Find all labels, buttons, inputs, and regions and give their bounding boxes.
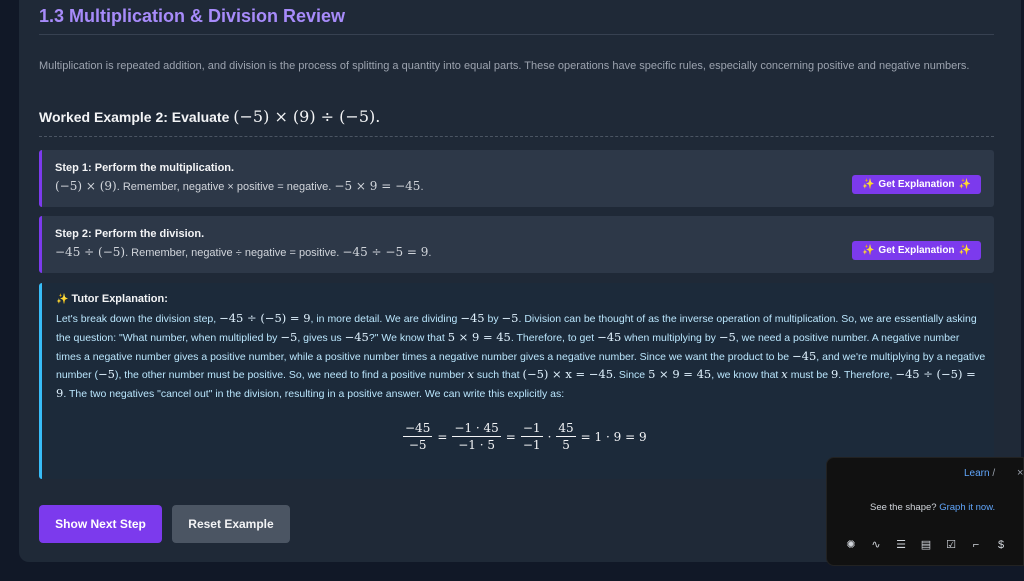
fraction-result: = 1 · 9 = 9 — [580, 429, 647, 444]
step-1-period: . — [420, 181, 424, 193]
document-icon[interactable]: ▤ — [918, 537, 934, 553]
text: must be — [787, 369, 831, 382]
math: (−5) × x = −45 — [522, 367, 614, 382]
math: −5 — [98, 367, 115, 382]
math: −45 ÷ (−5) = 9 — [219, 311, 311, 325]
text: . Therefore, to get — [510, 331, 598, 344]
title-divider — [39, 34, 994, 35]
denominator: −5 — [408, 438, 427, 452]
text: by — [484, 313, 502, 325]
sparkle-icon: ✨ — [861, 179, 875, 190]
step-2-body: −45 ÷ (−5). Remember, negative ÷ negativ… — [55, 245, 431, 259]
math: −45 — [344, 329, 369, 344]
step-2-result: −45 ÷ −5 = 9 — [342, 245, 429, 259]
fraction: −1 −1 — [520, 421, 543, 452]
panel-breadcrumb: Learn / — [964, 468, 995, 479]
text: . Therefore, — [838, 369, 896, 382]
text: such that — [474, 369, 523, 382]
text: , in more detail. We are dividing — [310, 313, 461, 325]
worked-example-expression: (−5) × (9) ÷ (−5). — [233, 107, 381, 126]
section-intro: Multiplication is repeated addition, and… — [39, 60, 970, 72]
numerator: 45 — [556, 421, 576, 437]
text: ), the other number must be positive. So… — [114, 369, 468, 382]
frame-icon[interactable]: ⌐ — [968, 537, 984, 553]
math: −45 — [597, 329, 622, 344]
step-1-rule: . Remember, negative × positive = negati… — [116, 181, 332, 193]
worked-example-label: Worked Example 2: — [39, 109, 168, 125]
dashed-divider — [39, 136, 994, 137]
numerator: −45 — [403, 421, 433, 437]
math: 5 × 9 = 45 — [648, 367, 712, 382]
tutor-title: ✨ Tutor Explanation: — [56, 293, 168, 305]
denominator: 5 — [562, 438, 570, 452]
step-2-title: Step 2: Perform the division. — [55, 228, 205, 240]
step-1-get-explanation-button[interactable]: ✨ Get Explanation ✨ — [851, 175, 981, 194]
text: Let's break down the division step, — [56, 313, 220, 325]
sparkle-icon: ✨ — [861, 245, 875, 256]
section-title: 1.3 Multiplication & Division Review — [39, 6, 346, 26]
text: when multiplying by — [621, 331, 719, 344]
sparkle-icon: ✨ — [958, 245, 971, 256]
sparkle-icon: ✨ — [958, 179, 971, 190]
sparkle-icon: ✨ — [56, 294, 69, 305]
dot: · — [547, 429, 552, 444]
math: −5 — [280, 329, 298, 344]
brain-icon[interactable]: ✺ — [843, 537, 859, 553]
list-icon[interactable]: ☰ — [893, 537, 909, 553]
text: . The two negatives "cancel out" in the … — [63, 388, 565, 401]
text: ?" We know that — [368, 331, 448, 344]
checkbox-icon[interactable]: ☑ — [943, 537, 959, 553]
text: , we know that — [711, 369, 782, 382]
assistant-panel: Learn / × See the shape? Graph it now. ✺… — [826, 457, 1024, 566]
panel-message: See the shape? Graph it now. — [870, 502, 995, 513]
tutor-explanation-card: ✨ Tutor Explanation: Let's break down th… — [39, 283, 994, 479]
step-2-card: Step 2: Perform the division. −45 ÷ (−5)… — [39, 216, 994, 273]
equals: = — [505, 429, 516, 444]
breadcrumb-separator: / — [992, 468, 996, 479]
math: −45 — [792, 348, 817, 363]
step-2-expression: −45 ÷ (−5) — [55, 245, 126, 259]
panel-prompt: See the shape? — [870, 502, 937, 513]
learn-link[interactable]: Learn — [964, 468, 990, 479]
dollar-icon[interactable]: $ — [993, 537, 1009, 553]
fraction: −45 −5 — [403, 421, 433, 452]
fraction-equation: −45 −5 = −1 · 45 −1 · 5 = −1 −1 · 45 5 = 1 ·… — [403, 421, 647, 452]
worked-example-verb: Evaluate — [171, 109, 230, 125]
math: 5 × 9 = 45 — [447, 329, 511, 344]
equals: = — [437, 429, 448, 444]
step-1-card: Step 1: Perform the multiplication. (−5)… — [39, 150, 994, 207]
step-1-body: (−5) × (9). Remember, negative × positiv… — [55, 179, 424, 193]
worked-example-heading: Worked Example 2: Evaluate (−5) × (9) ÷ … — [39, 107, 380, 126]
pulse-icon[interactable]: ∿ — [868, 537, 884, 553]
reset-example-button[interactable]: Reset Example — [172, 505, 290, 543]
step-2-rule: . Remember, negative ÷ negative = positi… — [125, 247, 340, 259]
numerator: −1 · 45 — [452, 421, 501, 437]
show-next-step-button[interactable]: Show Next Step — [39, 505, 162, 543]
close-icon[interactable]: × — [1017, 467, 1023, 479]
step-1-result: −5 × 9 = −45 — [334, 179, 421, 193]
tutor-explanation-text: Let's break down the division step, −45 … — [56, 310, 986, 404]
button-label: Get Explanation — [878, 245, 955, 256]
button-label: Get Explanation — [878, 179, 955, 190]
math: −45 — [460, 311, 485, 325]
text: . Since — [613, 369, 649, 382]
step-1-title: Step 1: Perform the multiplication. — [55, 162, 235, 174]
step-2-get-explanation-button[interactable]: ✨ Get Explanation ✨ — [851, 241, 981, 260]
denominator: −1 · 5 — [458, 438, 495, 452]
graph-it-now-link[interactable]: Graph it now. — [939, 502, 995, 513]
denominator: −1 — [522, 438, 541, 452]
math: −5 — [718, 329, 736, 344]
panel-toolbar: ✺ ∿ ☰ ▤ ☑ ⌐ $ — [843, 537, 1009, 553]
tutor-title-label: Tutor Explanation: — [71, 293, 168, 305]
fraction: −1 · 45 −1 · 5 — [452, 421, 501, 452]
fraction: 45 5 — [556, 421, 576, 452]
step-2-period: . — [428, 247, 432, 259]
text: , gives us — [297, 331, 345, 344]
step-1-expression: (−5) × (9) — [55, 179, 117, 193]
math: −5 — [501, 311, 519, 325]
numerator: −1 — [520, 421, 543, 437]
